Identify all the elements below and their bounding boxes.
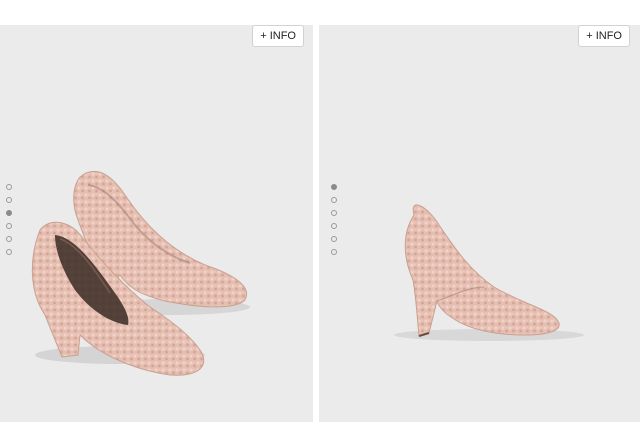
pagination-dot[interactable]	[6, 223, 12, 229]
pagination-dot[interactable]	[6, 197, 12, 203]
info-button[interactable]: + INFO	[252, 25, 304, 47]
image-pagination-dots	[6, 184, 12, 255]
pagination-dot-active[interactable]	[6, 210, 12, 216]
pagination-dot[interactable]	[331, 249, 337, 255]
product-image-panel-right[interactable]: + INFO	[319, 25, 640, 422]
pagination-dot[interactable]	[331, 197, 337, 203]
pagination-dot-active[interactable]	[331, 184, 337, 190]
product-gallery: + INFO + INFO	[0, 0, 640, 427]
product-image-panel-left[interactable]: + INFO	[0, 25, 313, 422]
image-pagination-dots	[331, 184, 337, 255]
pagination-dot[interactable]	[331, 223, 337, 229]
pagination-dot[interactable]	[6, 184, 12, 190]
pagination-dot[interactable]	[6, 249, 12, 255]
pagination-dot[interactable]	[6, 236, 12, 242]
product-photo-side	[394, 204, 584, 341]
info-button[interactable]: + INFO	[578, 25, 630, 47]
product-photo-pair	[31, 171, 250, 376]
pagination-dot[interactable]	[331, 236, 337, 242]
pagination-dot[interactable]	[331, 210, 337, 216]
